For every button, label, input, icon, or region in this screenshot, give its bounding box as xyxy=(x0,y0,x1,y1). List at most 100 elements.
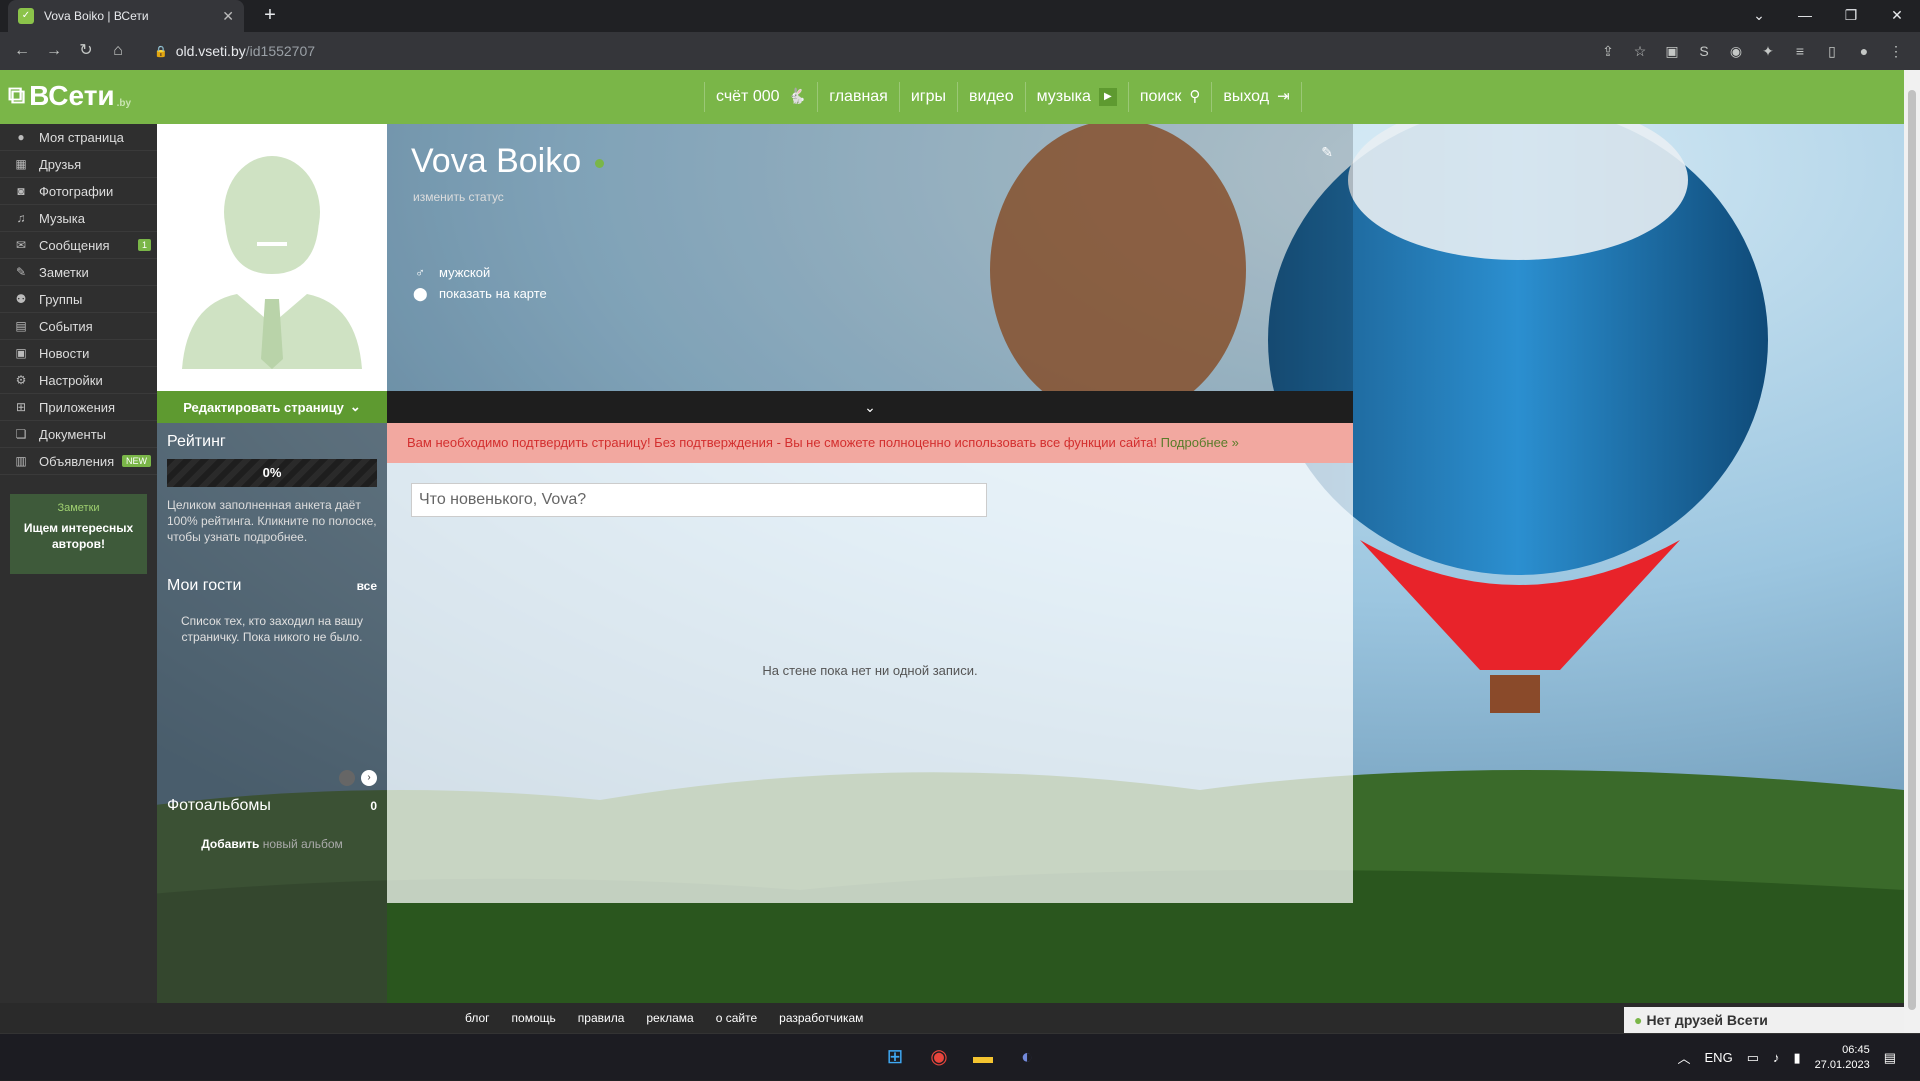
notification-icon[interactable]: ▤ xyxy=(1884,1050,1896,1066)
battery-icon[interactable]: ▮ xyxy=(1793,1050,1800,1066)
avatar[interactable] xyxy=(157,124,387,391)
window-controls: ⌄ — ❐ ✕ xyxy=(1736,0,1920,32)
back-icon[interactable]: ← xyxy=(8,37,36,65)
restore-icon[interactable]: ❐ xyxy=(1828,0,1874,32)
close-tab-icon[interactable]: ✕ xyxy=(222,8,234,25)
rating-title: Рейтинг xyxy=(157,433,387,451)
top-nav: счёт 000 🐇 главная игры видео музыка ▶ пои… xyxy=(704,70,1302,124)
profile-name: Vova Boiko xyxy=(411,142,582,180)
page-scrollbar[interactable] xyxy=(1904,70,1920,1033)
play-icon[interactable]: ▶ xyxy=(1098,88,1117,106)
guests-all-link[interactable]: все xyxy=(357,579,377,593)
os-taskbar: ⊞ ◉ ▬ ◐ ︿ ENG ▭ ♪ ▮ 06:45 27.01.2023 ▤ xyxy=(0,1033,1920,1080)
alert-more-link[interactable]: Подробнее » xyxy=(1161,435,1239,450)
friends-online-panel[interactable]: ● Нет друзей Всети xyxy=(1624,1007,1904,1033)
notes-promo[interactable]: Заметки Ищем интересных авторов! xyxy=(10,494,147,574)
new-badge: NEW xyxy=(122,455,151,467)
sidebar-item-ads[interactable]: ▥ Объявления NEW xyxy=(0,448,157,475)
menu-dots-icon[interactable]: ⋮ xyxy=(1880,43,1912,60)
display-icon[interactable]: ▭ xyxy=(1747,1050,1759,1066)
group-icon: ⚉ xyxy=(15,292,27,306)
sidebar-item-label: Друзья xyxy=(39,156,82,172)
add-album-link[interactable]: Добавить xyxy=(201,837,259,851)
site-logo[interactable]: ⧉ ВСети .by xyxy=(8,80,131,112)
extension-s-icon[interactable]: S xyxy=(1688,43,1720,59)
share-icon[interactable]: ⇪ xyxy=(1592,43,1624,60)
pager-prev-icon[interactable]: ● xyxy=(339,770,355,786)
clock-time: 06:45 xyxy=(1842,1043,1870,1056)
bookmark-star-icon[interactable]: ☆ xyxy=(1624,43,1656,60)
nav-music[interactable]: музыка ▶ xyxy=(1026,70,1128,124)
reload-icon[interactable]: ↻ xyxy=(72,37,100,65)
footer-link-help[interactable]: помощь xyxy=(512,1011,556,1025)
sidepanel-icon[interactable]: ▯ xyxy=(1816,43,1848,60)
nav-home-label: главная xyxy=(829,88,888,105)
footer-link-ads[interactable]: реклама xyxy=(646,1011,693,1025)
forward-icon[interactable]: → xyxy=(40,37,68,65)
new-tab-button[interactable]: + xyxy=(256,4,284,28)
nav-games[interactable]: игры xyxy=(900,70,957,124)
map-row[interactable]: ⬤ показать на карте xyxy=(413,283,547,304)
show-on-map-link[interactable]: показать на карте xyxy=(439,286,547,301)
nav-search[interactable]: поиск ⚲ xyxy=(1129,70,1212,124)
nav-balance-label: счёт 000 xyxy=(716,88,780,105)
nav-search-label: поиск xyxy=(1139,88,1182,105)
profile-avatar-icon[interactable]: ● xyxy=(1848,43,1880,59)
volume-icon[interactable]: ♪ xyxy=(1773,1050,1780,1065)
footer-link-about[interactable]: о сайте xyxy=(716,1011,757,1025)
close-window-icon[interactable]: ✕ xyxy=(1874,0,1920,32)
sidebar-item-photos[interactable]: ◙ Фотографии xyxy=(0,178,157,205)
nav-home[interactable]: главная xyxy=(818,70,899,124)
sidebar-item-settings[interactable]: ⚙ Настройки xyxy=(0,367,157,394)
sidebar-item-label: Новости xyxy=(39,345,90,361)
home-icon[interactable]: ⌂ xyxy=(104,37,132,65)
language-indicator[interactable]: ENG xyxy=(1705,1050,1733,1065)
change-status-link[interactable]: изменить статус xyxy=(413,190,504,204)
media-icon[interactable]: ≡ xyxy=(1784,43,1816,59)
tray-chevron-up-icon[interactable]: ︿ xyxy=(1678,1048,1691,1067)
sidebar-item-news[interactable]: ▣ Новости xyxy=(0,340,157,367)
sidebar-item-notes[interactable]: ✎ Заметки xyxy=(0,259,157,286)
extension-icon[interactable]: ▣ xyxy=(1656,43,1688,60)
sidebar-item-apps[interactable]: ⊞ Приложения xyxy=(0,394,157,421)
sidebar-item-events[interactable]: ▤ События xyxy=(0,313,157,340)
sidebar-item-label: События xyxy=(39,318,93,334)
nav-video[interactable]: видео xyxy=(958,70,1025,124)
chrome-icon[interactable]: ◉ xyxy=(924,1040,954,1074)
logout-icon: ⇥ xyxy=(1277,88,1290,105)
windows-start-icon[interactable]: ⊞ xyxy=(880,1040,910,1074)
tab-search-icon[interactable]: ⌄ xyxy=(1736,0,1782,32)
sidebar-item-label: Музыка xyxy=(39,210,85,226)
sidebar-item-my-page[interactable]: ● Моя страница xyxy=(0,124,157,151)
minimize-icon[interactable]: — xyxy=(1782,0,1828,32)
taskbar-apps: ⊞ ◉ ▬ ◐ xyxy=(880,1040,1042,1074)
clock[interactable]: 06:45 27.01.2023 xyxy=(1815,1043,1870,1073)
browser-tab[interactable]: ✓ Vova Boiko | ВСети ✕ xyxy=(8,0,244,32)
edit-page-button[interactable]: Редактировать страницу ⌄ xyxy=(157,391,387,423)
pager-next-icon[interactable]: › xyxy=(361,770,377,786)
footer-link-blog[interactable]: блог xyxy=(465,1011,490,1025)
sidebar-item-music[interactable]: ♫ Музыка xyxy=(0,205,157,232)
expand-profile-bar[interactable]: ⌄ xyxy=(387,391,1353,423)
tab-title: Vova Boiko | ВСети xyxy=(44,9,149,23)
lock-icon[interactable]: 🔒 xyxy=(154,45,168,58)
wall-post-input[interactable]: Что новенького, Vova? xyxy=(411,483,987,517)
scrollbar-thumb[interactable] xyxy=(1908,90,1916,1010)
file-explorer-icon[interactable]: ▬ xyxy=(968,1040,998,1074)
sidebar-item-messages[interactable]: ✉ Сообщения 1 xyxy=(0,232,157,259)
sidebar-item-friends[interactable]: ▦ Друзья xyxy=(0,151,157,178)
edit-cover-icon[interactable]: ✎ xyxy=(1321,144,1333,161)
discord-icon[interactable]: ◐ xyxy=(1012,1040,1042,1074)
nav-logout[interactable]: выход ⇥ xyxy=(1212,70,1300,124)
rating-title-text: Рейтинг xyxy=(167,433,226,450)
footer-link-developers[interactable]: разработчикам xyxy=(779,1011,863,1025)
sidebar-item-documents[interactable]: ❏ Документы xyxy=(0,421,157,448)
extension-eye-icon[interactable]: ◉ xyxy=(1720,43,1752,60)
sidebar-item-groups[interactable]: ⚉ Группы xyxy=(0,286,157,313)
puzzle-icon[interactable]: ✦ xyxy=(1752,43,1784,60)
logo-text: ВСети xyxy=(29,80,115,111)
nav-balance[interactable]: счёт 000 🐇 xyxy=(705,70,817,124)
rating-bar[interactable]: 0% xyxy=(167,459,377,487)
footer-link-rules[interactable]: правила xyxy=(578,1011,625,1025)
url-field[interactable]: 🔒 old.vseti.by/id1552707 xyxy=(154,43,315,59)
